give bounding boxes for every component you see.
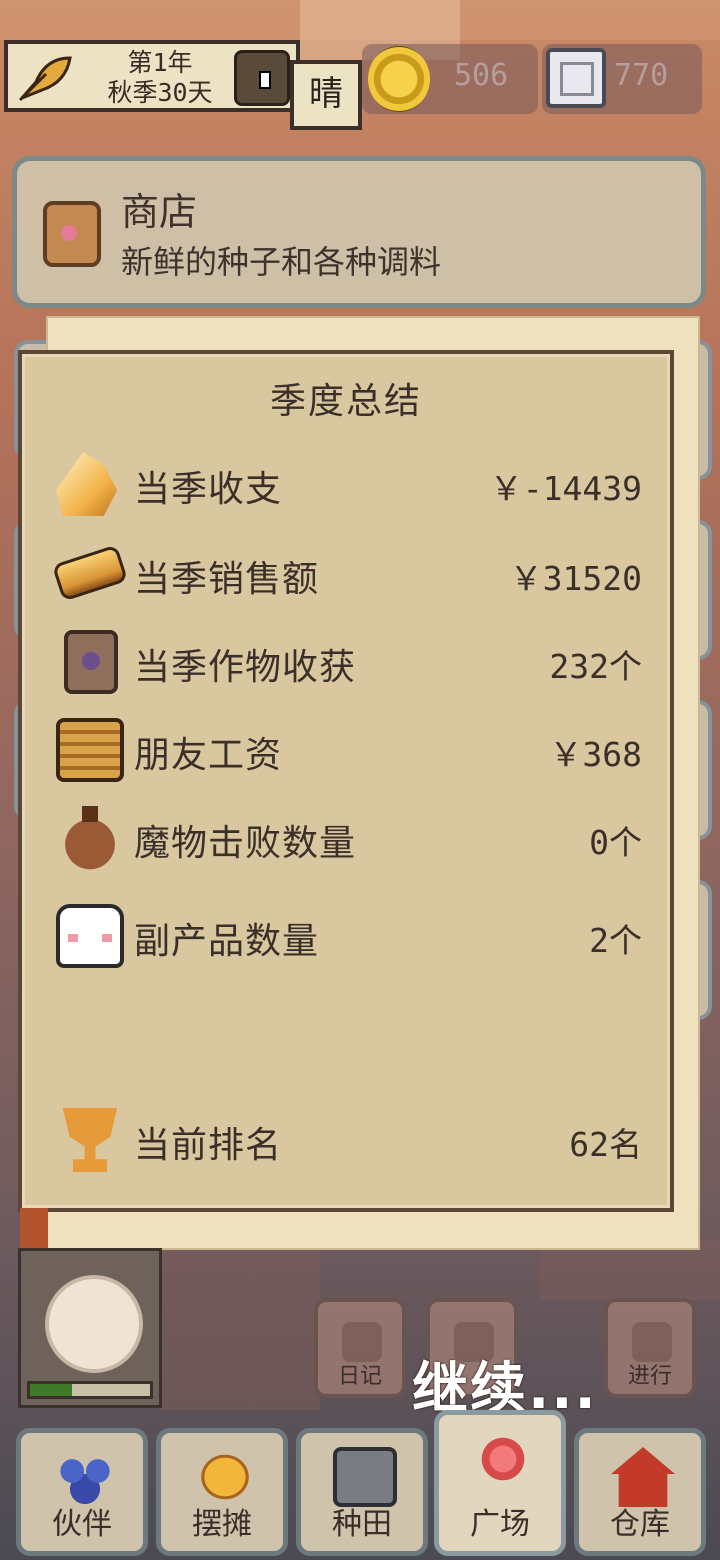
year-label: 第1年 <box>127 48 193 77</box>
nav-farming[interactable]: 种田 <box>296 1428 428 1556</box>
trophy-icon <box>62 1108 118 1172</box>
book-icon <box>342 1322 382 1362</box>
summary-row: 当季作物收获 232个 <box>52 628 642 698</box>
gold-coin-icon <box>368 46 430 112</box>
people-icon <box>53 1447 117 1507</box>
season-summary-panel: 季度总结 当季收支 ￥-14439 当季销售额 ￥31520 当季作物收获 23… <box>18 350 674 1212</box>
stamina-fill <box>30 1384 72 1396</box>
row-label: 朋友工资 <box>134 735 283 776</box>
shop-subtitle: 新鲜的种子和各种调料 <box>121 243 442 281</box>
row-label: 当季收支 <box>134 469 283 510</box>
shop-entry[interactable]: 商店 新鲜的种子和各种调料 <box>12 156 706 308</box>
nav-partners[interactable]: 伙伴 <box>16 1428 148 1556</box>
nav-warehouse[interactable]: 仓库 <box>574 1428 706 1556</box>
rank-value: 62名 <box>569 1125 642 1164</box>
basket-icon <box>56 718 124 782</box>
row-value: ￥31520 <box>509 559 642 598</box>
row-label: 魔物击败数量 <box>134 823 357 864</box>
clock-icon[interactable] <box>234 50 290 106</box>
summary-row: 魔物击败数量 0个 <box>52 804 642 874</box>
crystal-icon <box>56 452 118 516</box>
row-value: ￥368 <box>549 735 642 774</box>
nav-label: 种田 <box>332 1507 392 1542</box>
seed-bag-icon <box>64 630 118 694</box>
silver-coin-icon <box>546 48 606 108</box>
bg-blotch <box>160 1250 320 1410</box>
ghost-icon <box>56 904 124 968</box>
diary-button[interactable]: 日记 <box>314 1298 406 1398</box>
row-value: 0个 <box>589 823 642 862</box>
row-label: 当季销售额 <box>134 559 320 600</box>
character-portrait[interactable] <box>18 1248 162 1408</box>
seed-bag-icon <box>43 201 101 267</box>
panel-title: 季度总结 <box>269 381 422 422</box>
nav-stall[interactable]: 摆摊 <box>156 1428 288 1556</box>
row-value: 2个 <box>589 921 642 960</box>
nav-plaza[interactable]: 广场 <box>434 1410 566 1556</box>
shop-title: 商店 <box>121 190 198 234</box>
row-label: 副产品数量 <box>134 921 320 962</box>
nav-label: 摆摊 <box>192 1507 252 1542</box>
rank-row: 当前排名 62名 <box>52 1106 642 1176</box>
summary-row: 副产品数量 2个 <box>52 902 642 972</box>
row-label: 当季作物收获 <box>134 647 357 688</box>
summary-row: 当季销售额 ￥31520 <box>51 540 642 610</box>
proceed-label: 进行 <box>627 1364 672 1389</box>
avatar <box>45 1275 143 1373</box>
row-value: 232个 <box>549 647 642 686</box>
date-display: 第1年 秋季30天 <box>90 48 230 108</box>
flower-icon <box>471 1429 535 1489</box>
gold-amount: 506 <box>454 58 509 93</box>
stall-icon <box>193 1447 257 1507</box>
row-value: ￥-14439 <box>489 469 642 508</box>
summary-row: 当季收支 ￥-14439 <box>52 450 642 520</box>
feather-icon <box>16 52 76 104</box>
rank-label: 当前排名 <box>134 1125 283 1166</box>
summary-row: 朋友工资 ￥368 <box>52 716 642 786</box>
stamina-bar <box>27 1381 153 1399</box>
house-icon <box>611 1447 675 1507</box>
fast-forward-icon <box>632 1322 672 1362</box>
weather-label: 晴 <box>290 60 362 130</box>
season-day-label: 秋季30天 <box>107 78 213 107</box>
bread-icon <box>51 544 129 602</box>
silver-amount: 770 <box>614 58 669 93</box>
diary-label: 日记 <box>337 1364 382 1389</box>
bookmark-tab <box>20 1208 48 1248</box>
nav-label: 广场 <box>470 1507 530 1542</box>
nav-label: 仓库 <box>610 1507 670 1542</box>
nav-label: 伙伴 <box>52 1507 112 1542</box>
proceed-button[interactable]: 进行 <box>604 1298 696 1398</box>
watering-can-icon <box>333 1447 397 1507</box>
date-panel: 第1年 秋季30天 <box>4 40 300 112</box>
pouch-icon <box>56 806 124 870</box>
